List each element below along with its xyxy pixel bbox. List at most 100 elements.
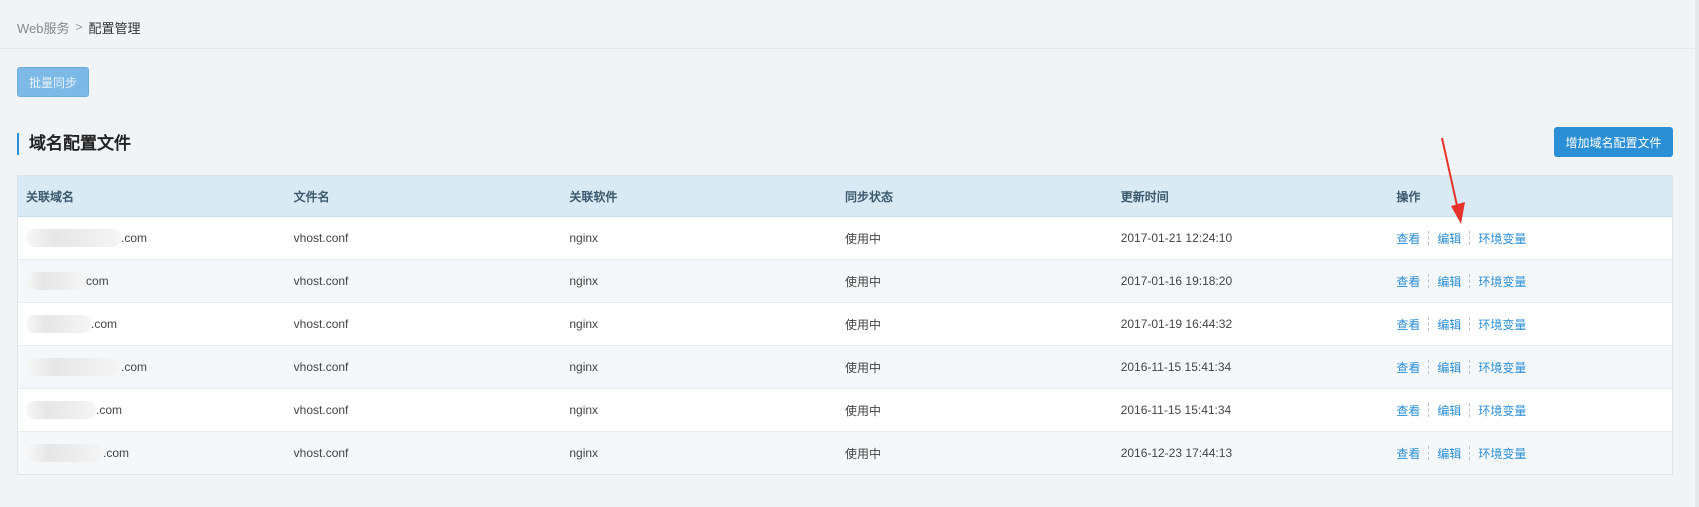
view-link[interactable]: 查看 (1396, 445, 1420, 462)
view-link[interactable]: 查看 (1396, 359, 1420, 376)
header-filename: 文件名 (293, 189, 330, 204)
filename-cell: vhost.conf (293, 274, 349, 288)
domain-suffix: .com (121, 231, 148, 245)
actions-cell: 查看 编辑 环境变量 (1396, 316, 1672, 333)
view-link[interactable]: 查看 (1396, 316, 1420, 333)
table-row: .com vhost.conf nginx 使用中 2016-11-15 15:… (18, 389, 1672, 432)
actions-cell: 查看 编辑 环境变量 (1396, 230, 1672, 247)
header-software: 关联软件 (569, 189, 618, 204)
edit-link[interactable]: 编辑 (1437, 230, 1461, 247)
software-cell: nginx (569, 231, 599, 245)
filename-cell: vhost.conf (293, 446, 349, 460)
updated-cell: 2017-01-16 19:18:20 (1120, 274, 1233, 288)
env-vars-link[interactable]: 环境变量 (1478, 273, 1526, 290)
table-row: .com vhost.conf nginx 使用中 2016-12-23 17:… (18, 432, 1672, 474)
header-sync-status: 同步状态 (845, 189, 894, 204)
header-updated-time: 更新时间 (1120, 189, 1169, 204)
software-cell: nginx (569, 403, 599, 417)
action-divider (1469, 360, 1471, 374)
view-link[interactable]: 查看 (1396, 402, 1420, 419)
software-cell: nginx (569, 360, 599, 374)
domain-cell: .com (18, 358, 294, 376)
edit-link[interactable]: 编辑 (1437, 273, 1461, 290)
status-cell: 使用中 (845, 446, 882, 461)
status-cell: 使用中 (845, 360, 882, 375)
section-title: 域名配置文件 (17, 133, 131, 155)
redacted-domain (26, 444, 103, 462)
domain-suffix: .com (96, 403, 123, 417)
software-cell: nginx (569, 317, 599, 331)
filename-cell: vhost.conf (293, 360, 349, 374)
updated-cell: 2016-12-23 17:44:13 (1120, 446, 1233, 460)
domain-cell: .com (18, 229, 294, 247)
action-divider (1428, 446, 1430, 460)
domain-suffix: .com (91, 317, 118, 331)
add-domain-config-button[interactable]: 增加域名配置文件 (1554, 127, 1673, 157)
status-cell: 使用中 (845, 274, 882, 289)
domain-cell: .com (18, 444, 294, 462)
action-divider (1428, 274, 1430, 288)
updated-cell: 2017-01-21 12:24:10 (1120, 231, 1233, 245)
redacted-domain (26, 272, 86, 290)
edit-link[interactable]: 编辑 (1437, 445, 1461, 462)
breadcrumb-current: 配置管理 (88, 20, 141, 36)
action-divider (1428, 360, 1430, 374)
table-row: com vhost.conf nginx 使用中 2017-01-16 19:1… (18, 260, 1672, 303)
filename-cell: vhost.conf (293, 317, 349, 331)
env-vars-link[interactable]: 环境变量 (1478, 445, 1526, 462)
header-actions: 操作 (1396, 189, 1421, 204)
status-cell: 使用中 (845, 231, 882, 246)
status-cell: 使用中 (845, 403, 882, 418)
action-divider (1428, 231, 1430, 245)
action-divider (1428, 403, 1430, 417)
updated-cell: 2016-11-15 15:41:34 (1120, 360, 1232, 374)
actions-cell: 查看 编辑 环境变量 (1396, 273, 1672, 290)
actions-cell: 查看 编辑 环境变量 (1396, 359, 1672, 376)
domain-cell: .com (18, 401, 294, 419)
action-divider (1469, 403, 1471, 417)
status-cell: 使用中 (845, 317, 882, 332)
header-domain: 关联域名 (26, 189, 75, 204)
updated-cell: 2016-11-15 15:41:34 (1120, 403, 1232, 417)
domain-suffix: .com (121, 360, 148, 374)
software-cell: nginx (569, 274, 599, 288)
annotation-arrow-icon (1441, 137, 1465, 224)
updated-cell: 2017-01-19 16:44:32 (1120, 317, 1233, 331)
env-vars-link[interactable]: 环境变量 (1478, 359, 1526, 376)
filename-cell: vhost.conf (293, 403, 349, 417)
action-divider (1469, 274, 1471, 288)
batch-sync-button[interactable]: 批量同步 (17, 67, 89, 97)
table-row: .com vhost.conf nginx 使用中 2017-01-21 12:… (18, 217, 1672, 260)
domain-suffix: com (86, 274, 109, 288)
action-divider (1469, 317, 1471, 331)
actions-cell: 查看 编辑 环境变量 (1396, 402, 1672, 419)
domain-suffix: .com (103, 446, 130, 460)
edit-link[interactable]: 编辑 (1437, 316, 1461, 333)
header-divider (0, 48, 1699, 49)
env-vars-link[interactable]: 环境变量 (1478, 402, 1526, 419)
table-row: .com vhost.conf nginx 使用中 2017-01-19 16:… (18, 303, 1672, 346)
table-header: 关联域名 文件名 关联软件 同步状态 更新时间 操作 (18, 176, 1672, 217)
breadcrumb: Web服务 > 配置管理 (17, 17, 141, 37)
edit-link[interactable]: 编辑 (1437, 402, 1461, 419)
breadcrumb-separator: > (75, 20, 83, 34)
action-divider (1469, 446, 1471, 460)
view-link[interactable]: 查看 (1396, 273, 1420, 290)
env-vars-link[interactable]: 环境变量 (1478, 316, 1526, 333)
domain-cell: com (18, 272, 294, 290)
env-vars-link[interactable]: 环境变量 (1478, 230, 1526, 247)
scrollbar[interactable] (1695, 0, 1699, 507)
redacted-domain (26, 229, 121, 247)
software-cell: nginx (569, 446, 599, 460)
action-divider (1469, 231, 1471, 245)
table-row: .com vhost.conf nginx 使用中 2016-11-15 15:… (18, 346, 1672, 389)
redacted-domain (26, 358, 121, 376)
actions-cell: 查看 编辑 环境变量 (1396, 445, 1672, 462)
redacted-domain (26, 315, 91, 333)
domain-config-table: 关联域名 文件名 关联软件 同步状态 更新时间 操作 .com vhost.co… (17, 175, 1673, 475)
domain-cell: .com (18, 315, 294, 333)
edit-link[interactable]: 编辑 (1437, 359, 1461, 376)
breadcrumb-parent[interactable]: Web服务 (17, 18, 70, 37)
action-divider (1428, 317, 1430, 331)
view-link[interactable]: 查看 (1396, 230, 1420, 247)
